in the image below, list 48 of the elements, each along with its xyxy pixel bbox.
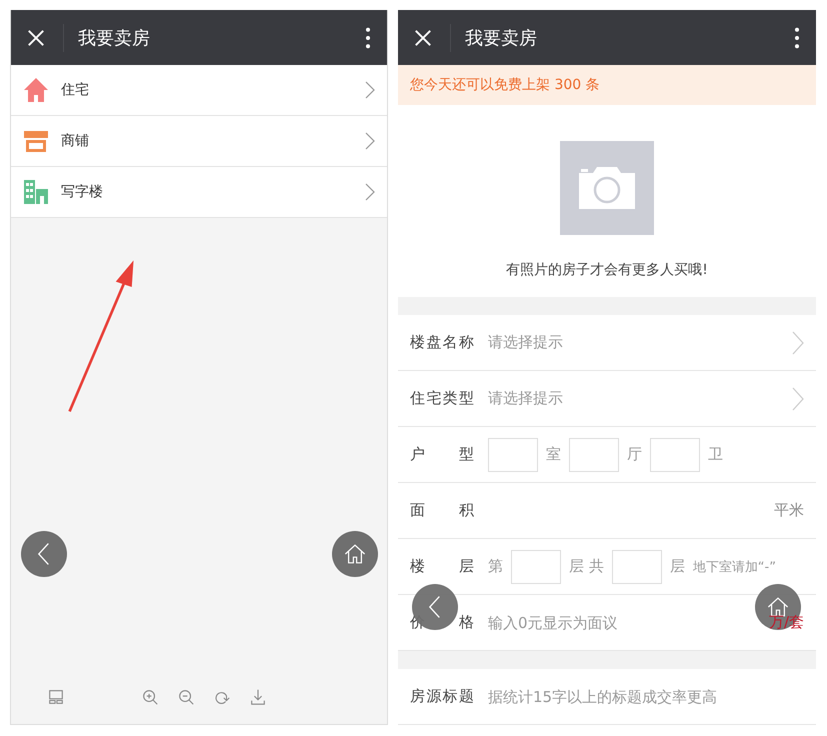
camera-icon — [577, 165, 637, 211]
download-icon[interactable] — [249, 688, 267, 706]
page-title: 我要卖房 — [78, 26, 151, 50]
number-field[interactable] — [488, 438, 538, 472]
home-button[interactable] — [755, 584, 801, 630]
chevron-icon — [792, 386, 804, 410]
chevron-icon — [365, 183, 375, 201]
zoom-in-icon[interactable] — [141, 688, 159, 706]
page-title: 我要卖房 — [465, 26, 538, 50]
building-icon — [23, 179, 49, 205]
input-field[interactable]: 输入0元显示为面议 — [488, 614, 630, 632]
number-field[interactable] — [569, 438, 619, 472]
field-label: 房源标题 — [410, 687, 474, 706]
layout-icon[interactable] — [47, 688, 65, 706]
more-icon[interactable] — [365, 26, 371, 48]
category-item[interactable]: 写字楼 — [11, 167, 387, 218]
field-label: 面 积 — [410, 501, 474, 520]
number-field[interactable] — [650, 438, 700, 472]
field-label: 户 型 — [410, 445, 474, 464]
house-icon — [23, 77, 49, 103]
unit-label: 厅 — [627, 445, 642, 464]
unit-label: 室 — [546, 445, 561, 464]
chevron-icon — [365, 132, 375, 150]
field-label: 楼盘名称 — [410, 333, 474, 352]
category-item[interactable]: 商铺 — [11, 116, 387, 167]
unit-label: 卫 — [708, 445, 723, 464]
field-note: 地下室请加“-” — [692, 558, 776, 576]
unit-label: 层 共 — [569, 557, 604, 576]
zoom-out-icon[interactable] — [177, 688, 195, 706]
input-field[interactable]: 据统计15字以上的标题成交率更高 — [488, 688, 740, 706]
chevron-icon — [792, 330, 804, 354]
field-label: 楼 层 — [410, 557, 474, 576]
shop-icon — [23, 128, 49, 154]
number-field[interactable] — [612, 550, 662, 584]
category-item[interactable]: 住宅 — [11, 65, 387, 116]
close-icon[interactable] — [414, 28, 432, 46]
back-button[interactable] — [21, 531, 67, 577]
unit-label: 平米 — [774, 501, 804, 520]
number-field[interactable] — [511, 550, 561, 584]
photo-hint: 有照片的房子才会有更多人买哦! — [506, 261, 708, 279]
unit-label: 第 — [488, 557, 503, 576]
home-button[interactable] — [332, 531, 378, 577]
chevron-icon — [365, 81, 375, 99]
more-icon[interactable] — [794, 26, 800, 48]
close-icon[interactable] — [27, 28, 45, 46]
unit-label: 层 — [670, 557, 685, 576]
field-label: 住宅类型 — [410, 389, 474, 408]
notice-banner: 您今天还可以免费上架 300 条 — [398, 65, 816, 105]
